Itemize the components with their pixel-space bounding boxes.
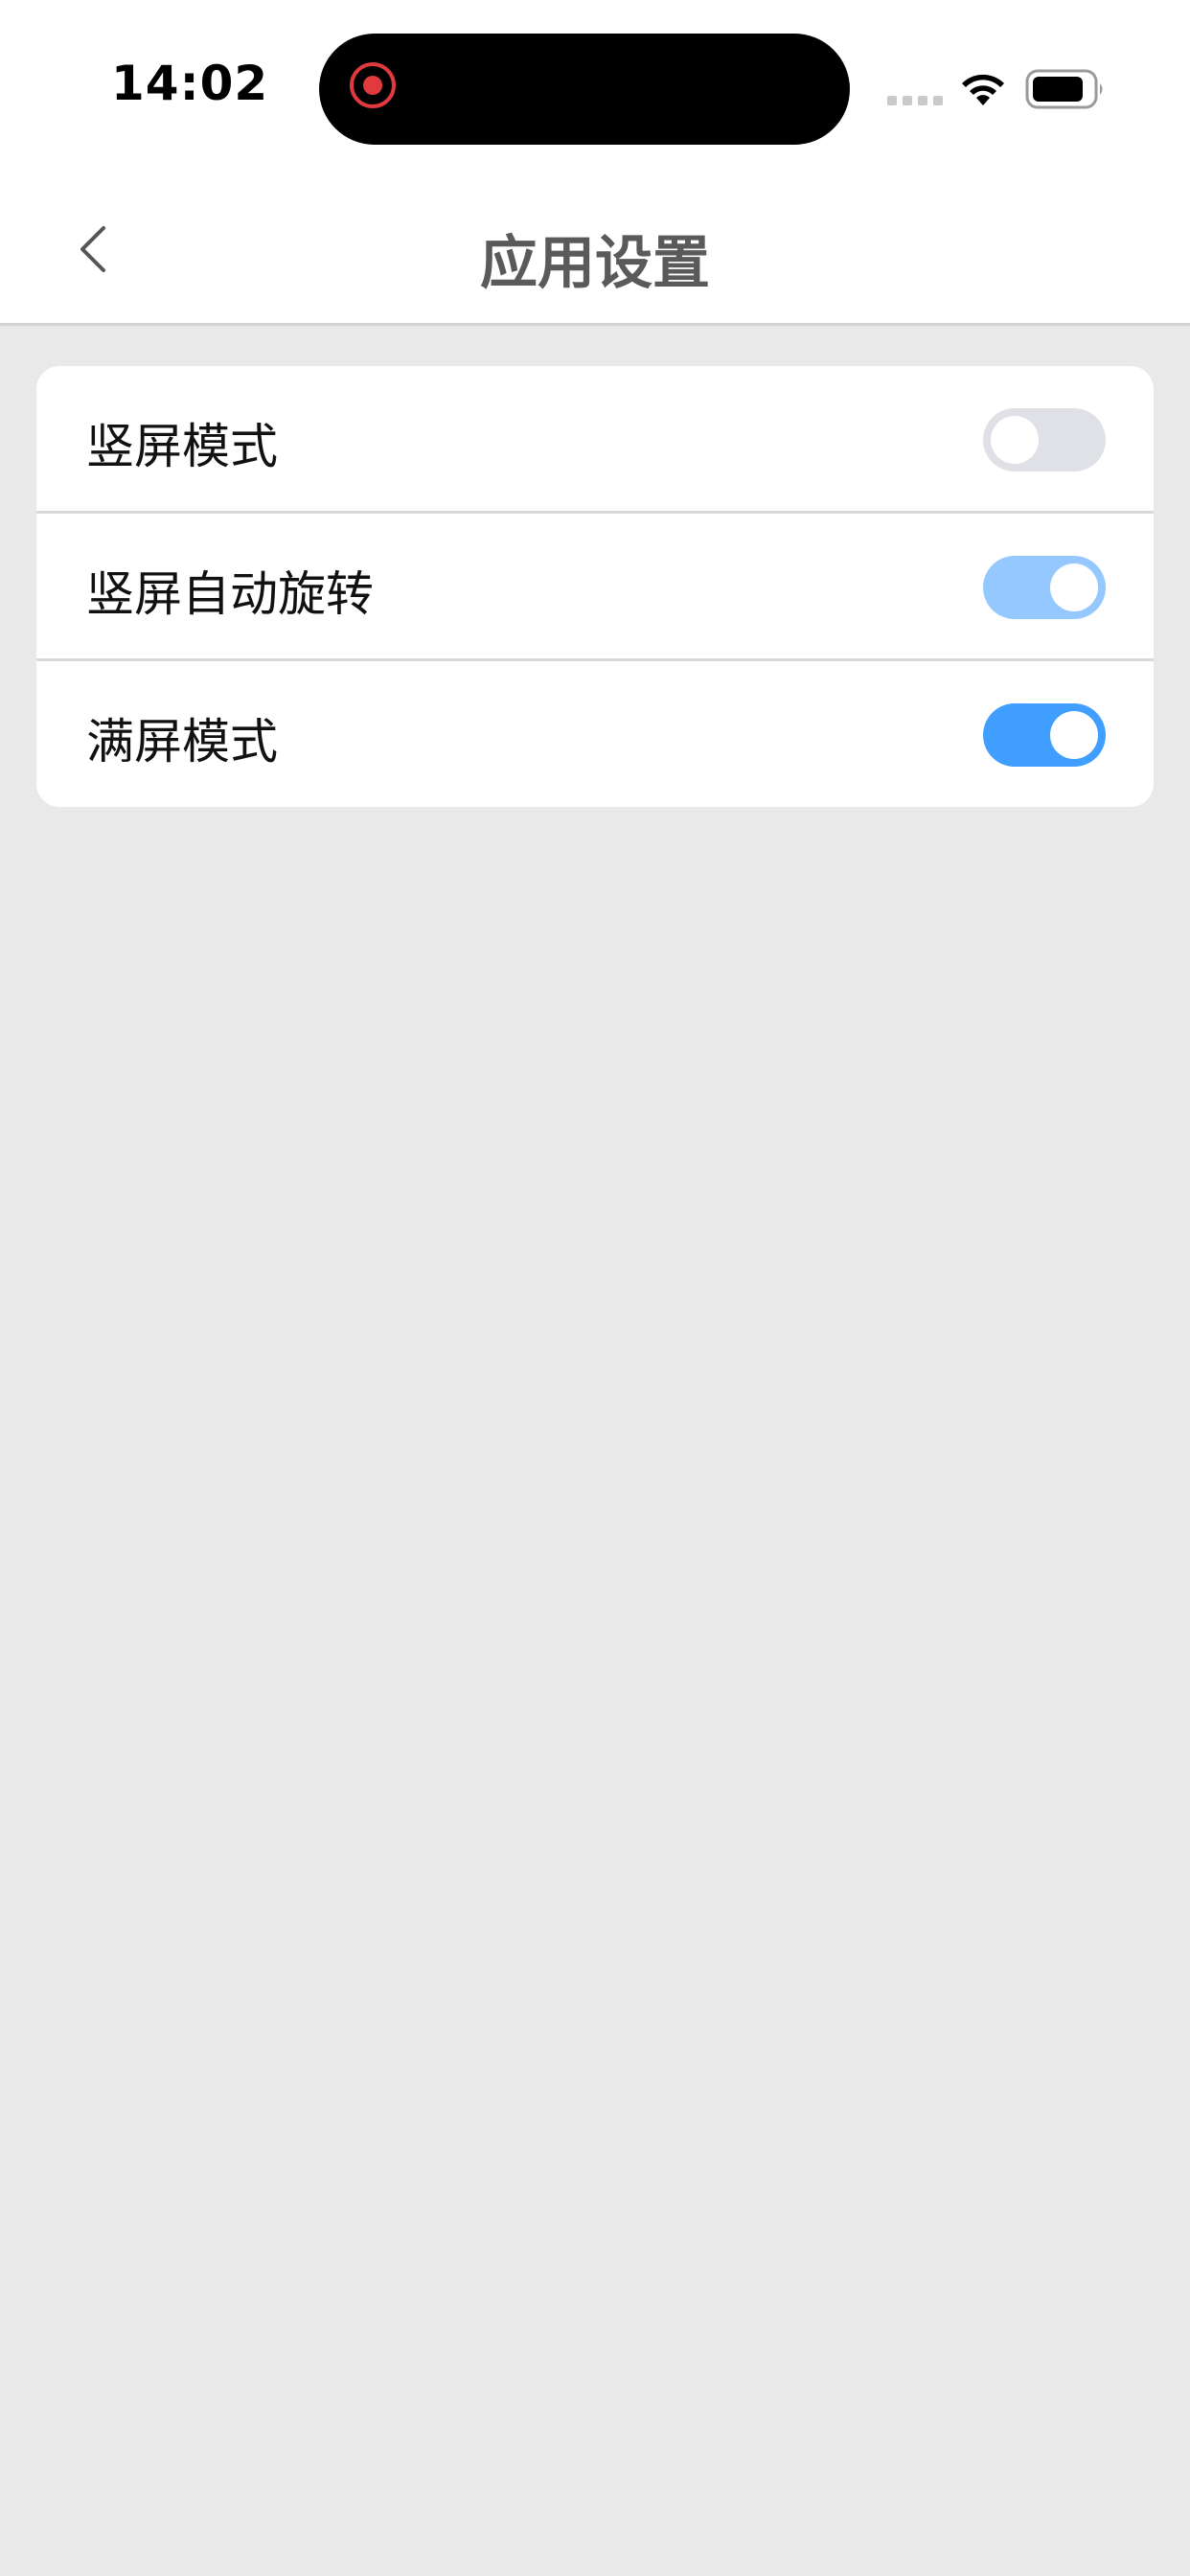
- portrait-mode-toggle[interactable]: [983, 408, 1106, 472]
- page-title: 应用设置: [480, 230, 710, 297]
- settings-card: 竖屏模式 竖屏自动旋转 满屏模式: [36, 366, 1154, 807]
- setting-label: 竖屏自动旋转: [86, 566, 374, 622]
- battery-icon: [1025, 69, 1103, 109]
- toggle-knob: [1050, 564, 1098, 611]
- status-bar: 14:02: [0, 0, 1190, 172]
- setting-label: 竖屏模式: [86, 419, 278, 474]
- toggle-knob: [1050, 711, 1098, 759]
- setting-row-fullscreen-mode: 满屏模式: [36, 661, 1154, 807]
- portrait-auto-rotate-toggle[interactable]: [983, 556, 1106, 619]
- cellular-signal-icon: [887, 96, 943, 105]
- setting-row-portrait-mode: 竖屏模式: [36, 366, 1154, 514]
- navigation-bar: 应用设置: [0, 172, 1190, 326]
- dynamic-island: [319, 34, 850, 145]
- wifi-icon: [962, 74, 1004, 105]
- setting-label: 满屏模式: [86, 714, 278, 770]
- screen-recording-icon: [350, 62, 396, 108]
- setting-row-portrait-auto-rotate: 竖屏自动旋转: [36, 514, 1154, 661]
- fullscreen-mode-toggle[interactable]: [983, 703, 1106, 767]
- status-time: 14:02: [111, 56, 269, 111]
- toggle-knob: [991, 416, 1039, 464]
